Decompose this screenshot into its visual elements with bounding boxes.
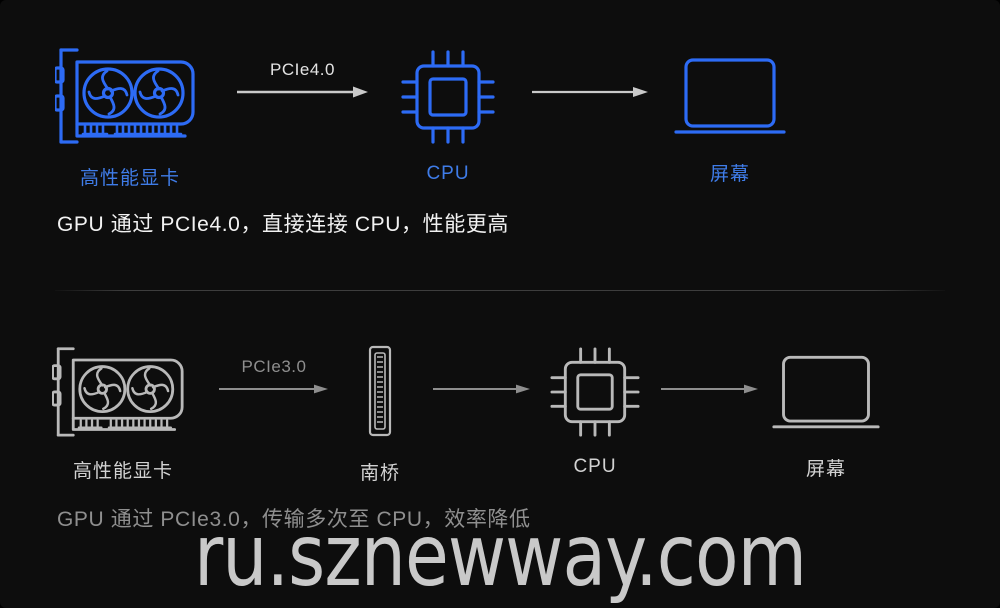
arrow-right-icon — [235, 85, 370, 104]
arrow-right-icon — [660, 382, 760, 400]
node-screen-accent: 屏幕 — [672, 56, 788, 186]
node-label: 屏幕 — [805, 459, 846, 480]
node-label: 高性能显卡 — [72, 461, 173, 482]
cpu-chip-icon — [549, 347, 641, 442]
diagram-canvas: 高性能显卡 PCIe4.0 CPU 屏幕 GPU 通过 PCIe4.0，直接连接… — [0, 0, 1000, 608]
node-graphics-card-accent: 高性能显卡 — [53, 46, 205, 190]
arrow-right-icon — [432, 382, 532, 400]
connector-cpu-to-screen-1 — [530, 60, 650, 104]
node-southbridge: 南桥 — [340, 343, 420, 485]
node-screen-muted: 屏幕 — [770, 353, 882, 481]
pcie4-row: 高性能显卡 PCIe4.0 CPU 屏幕 — [0, 38, 1000, 190]
connector-pcie3: PCIe3.0 — [218, 357, 330, 400]
node-label: 屏幕 — [709, 164, 750, 185]
graphics-card-icon — [53, 46, 205, 149]
connector-label — [530, 60, 650, 80]
caption-pcie3: GPU 通过 PCIe3.0，传输多次至 CPU，效率降低 — [57, 508, 531, 531]
node-label: CPU — [573, 456, 617, 477]
connector-cpu-to-screen-2 — [660, 357, 760, 400]
arrow-right-icon — [218, 382, 330, 400]
graphics-card-icon — [51, 345, 194, 442]
connector-label: PCIe3.0 — [241, 357, 307, 376]
node-cpu-accent: CPU — [400, 50, 496, 185]
pcie3-row: 高性能显卡 PCIe3.0 南桥 CPU 屏幕 — [0, 337, 1000, 487]
node-label: CPU — [426, 163, 470, 184]
node-graphics-card-muted: 高性能显卡 — [51, 345, 194, 483]
southbridge-slot-icon — [340, 343, 420, 444]
node-label: 南桥 — [359, 463, 400, 484]
connector-pcie4: PCIe4.0 — [235, 60, 370, 104]
cpu-chip-icon — [400, 50, 496, 149]
caption-pcie4: GPU 通过 PCIe4.0，直接连接 CPU，性能更高 — [57, 213, 510, 236]
connector-label: PCIe4.0 — [270, 60, 335, 79]
arrow-right-icon — [530, 85, 650, 104]
node-label: 高性能显卡 — [79, 168, 180, 189]
monitor-screen-icon — [672, 56, 788, 145]
node-cpu-muted: CPU — [549, 347, 641, 478]
connector-southbridge-to-cpu — [432, 357, 532, 400]
connector-label — [660, 357, 760, 377]
connector-label — [432, 357, 532, 377]
monitor-screen-icon — [770, 353, 882, 440]
section-divider — [55, 290, 945, 291]
